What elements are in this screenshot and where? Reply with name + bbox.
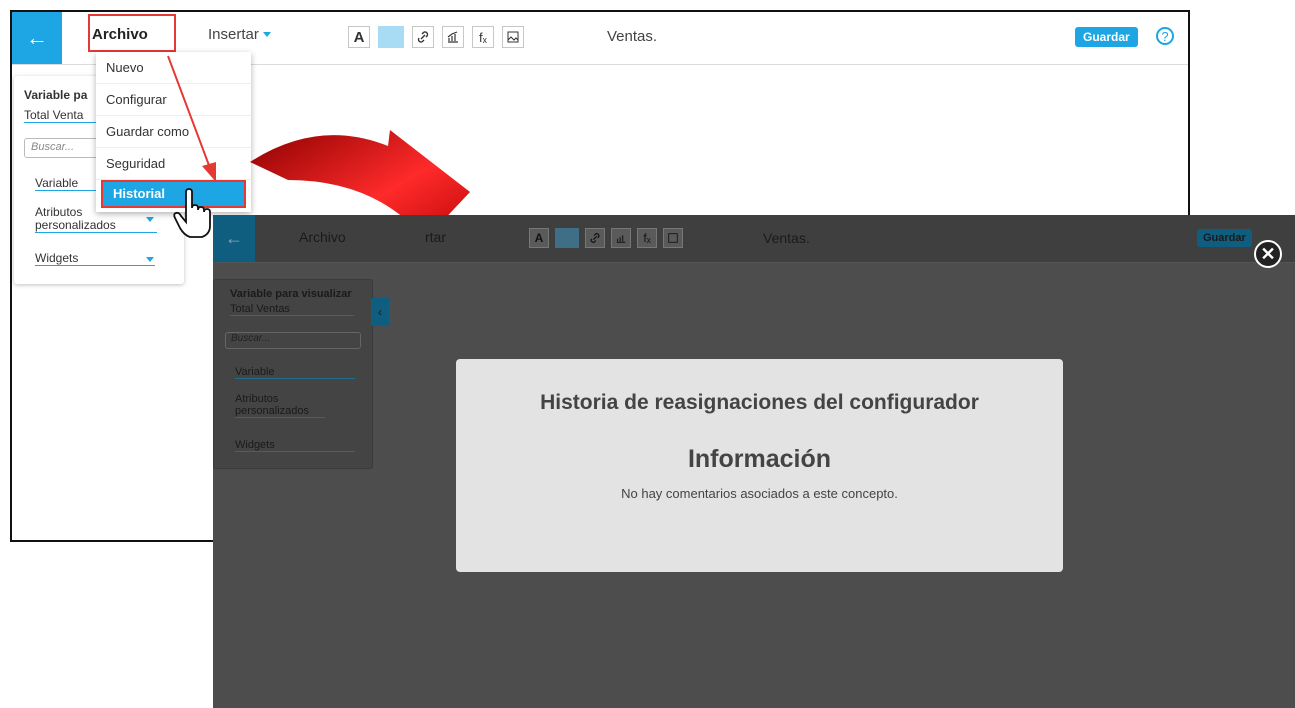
chart-icon (611, 228, 631, 248)
dim-item-variable: Variable (235, 366, 355, 379)
dim-item-atributos: Atributos personalizados (235, 393, 325, 418)
save-button[interactable]: Guardar (1075, 27, 1138, 47)
dim-format-toolbar: A fₓ (529, 228, 683, 248)
dialog-heading: Información (687, 445, 832, 473)
fill-color-icon (555, 228, 579, 248)
text-icon: A (529, 228, 549, 248)
modal-screenshot: ← Archivo rtar A fₓ Ventas. Guardar Vari… (213, 215, 1295, 708)
link-icon (585, 228, 605, 248)
help-icon[interactable]: ? (1156, 27, 1174, 45)
arrow-left-icon: ← (26, 25, 48, 50)
close-icon[interactable]: ✕ (1254, 240, 1282, 268)
annotation-arrow-icon (167, 55, 216, 182)
dialog-message: No hay comentarios asociados a este conc… (621, 486, 898, 501)
hand-cursor-icon (173, 188, 211, 238)
dim-page-title: Ventas. (763, 230, 810, 246)
image-icon (663, 228, 683, 248)
dim-menu-insertar: rtar (425, 229, 446, 245)
dialog-title: Historia de reasignaciones del configura… (540, 391, 979, 414)
dim-search-input: Buscar... (225, 332, 361, 349)
dim-menu-archivo: Archivo (299, 229, 346, 245)
page-title: Ventas. (607, 28, 658, 45)
chart-icon[interactable] (442, 26, 464, 48)
history-dialog: Historia de reasignaciones del configura… (456, 359, 1063, 572)
dim-sidebar-panel: Variable para visualizar Total Ventas Bu… (213, 279, 373, 469)
fill-color-icon[interactable] (378, 26, 404, 48)
dim-variable-title: Variable para visualizar (230, 288, 352, 300)
highlight-archivo (88, 14, 176, 52)
menu-insertar-label: Insertar (208, 26, 259, 43)
chevron-down-icon (146, 217, 154, 222)
image-icon[interactable] (502, 26, 524, 48)
chevron-down-icon (146, 257, 154, 262)
format-toolbar: A fₓ (348, 26, 524, 48)
function-icon[interactable]: fₓ (472, 26, 494, 48)
sidebar-item-widgets[interactable]: Widgets (35, 251, 155, 266)
back-button[interactable]: ← (12, 12, 62, 64)
dimmed-toolbar: ← Archivo rtar A fₓ Ventas. Guardar (213, 215, 1295, 263)
collapse-sidebar-button: ‹ (371, 298, 389, 326)
dim-save-button: Guardar (1197, 229, 1252, 247)
menu-insertar[interactable]: Insertar (208, 26, 271, 43)
text-icon[interactable]: A (348, 26, 370, 48)
arrow-left-icon: ← (213, 215, 255, 262)
function-icon: fₓ (637, 228, 657, 248)
variable-title: Variable pa (24, 88, 88, 102)
chevron-down-icon (262, 32, 271, 37)
dim-item-widgets: Widgets (235, 439, 355, 452)
dim-variable-select: Total Ventas (230, 303, 354, 316)
link-icon[interactable] (412, 26, 434, 48)
